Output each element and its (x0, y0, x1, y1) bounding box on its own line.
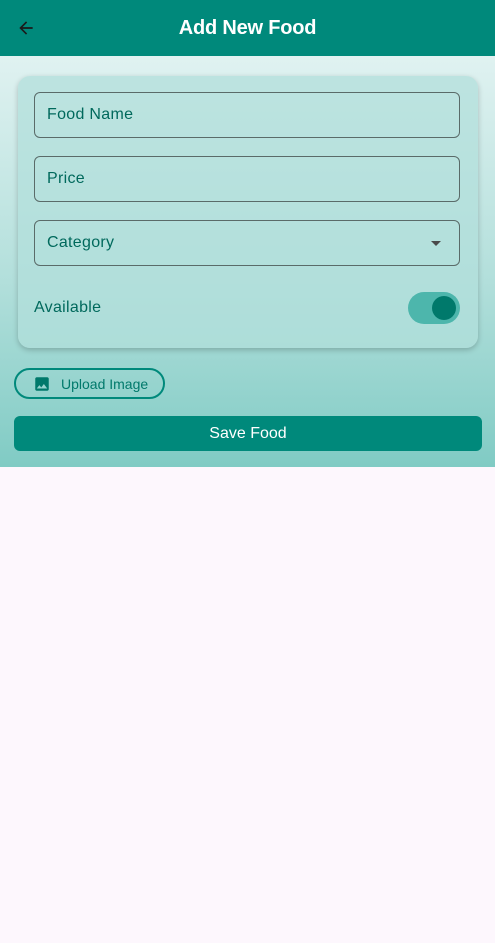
upload-image-label: Upload Image (61, 375, 149, 392)
category-label: Category (47, 234, 115, 251)
page-title: Add New Food (178, 16, 317, 39)
food-name-field[interactable]: Food Name (34, 92, 460, 138)
save-food-button[interactable]: Save Food (14, 416, 482, 451)
empty-area (0, 467, 495, 943)
food-name-label: Food Name (47, 106, 134, 123)
available-label: Available (34, 299, 102, 316)
image-icon (35, 376, 49, 391)
category-dropdown[interactable]: Category (34, 220, 460, 266)
save-food-label: Save Food (209, 424, 287, 442)
price-label: Price (47, 170, 85, 187)
form-area: Food Name Price Category Available Uploa… (0, 56, 495, 467)
toggle-knob (432, 296, 456, 320)
upload-image-button[interactable]: Upload Image (14, 368, 165, 399)
dropdown-arrow-icon (431, 241, 441, 246)
arrow-back-icon (19, 21, 33, 35)
available-toggle[interactable] (408, 292, 460, 324)
app-bar: Add New Food (0, 0, 495, 56)
price-field[interactable]: Price (34, 156, 460, 202)
food-form-card: Food Name Price Category Available (18, 76, 478, 348)
back-button[interactable] (12, 14, 40, 42)
available-row: Available (34, 288, 460, 328)
